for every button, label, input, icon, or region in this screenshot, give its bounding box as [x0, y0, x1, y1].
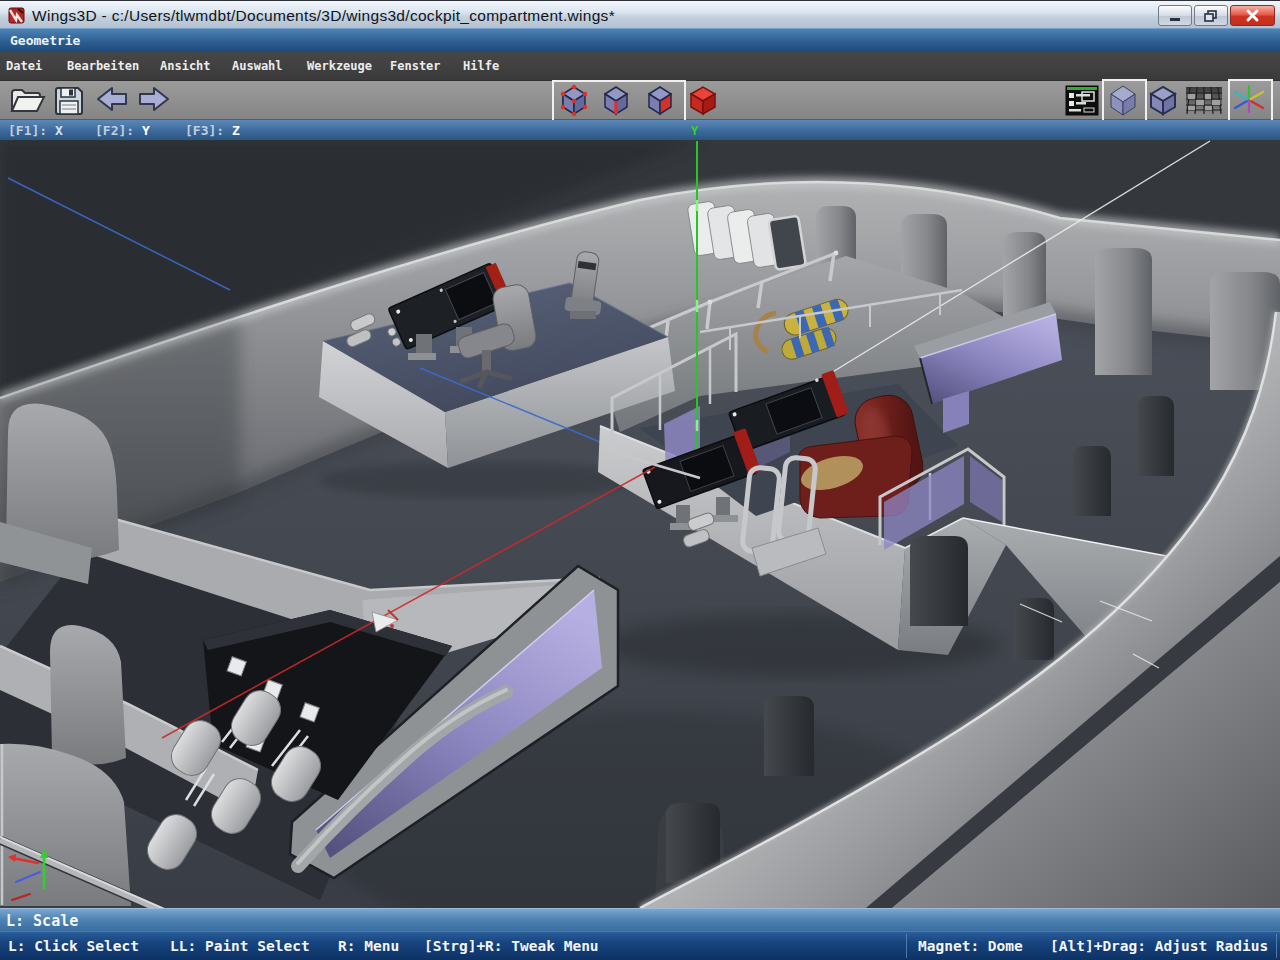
mouse-hint-bar: L: Click Select LL: Paint Select R: Menu… [0, 931, 1280, 960]
back-arrow-icon[interactable] [94, 85, 130, 115]
forward-arrow-icon[interactable] [136, 85, 172, 115]
geometry-graph-icon[interactable] [1064, 84, 1100, 117]
y-axis-top-label: Y [691, 124, 698, 138]
body-select-mode-icon[interactable] [686, 83, 720, 117]
viewport-3d[interactable] [0, 140, 1280, 908]
hint-menu: R: Menu [338, 938, 399, 954]
status-text: L: Scale [6, 912, 78, 930]
wireframe-view-icon[interactable] [1146, 83, 1180, 117]
hint-click-select: L: Click Select [8, 938, 139, 954]
f3-axis-info: [F3]: Z [185, 123, 240, 138]
close-button[interactable] [1230, 5, 1275, 26]
menu-werkzeuge[interactable]: Werkzeuge [307, 59, 372, 73]
f1-axis-info: [F1]: X [8, 123, 63, 138]
geometry-window-header[interactable]: Geometrie [0, 28, 1280, 52]
window-title: Wings3D - c:/Users/tlwmdbt/Documents/3D/… [32, 7, 615, 25]
bottombar-divider-left [906, 934, 907, 958]
f2-axis-info: [F2]: Y [95, 123, 150, 138]
restore-button[interactable] [1194, 5, 1228, 26]
toolbar [0, 80, 1280, 120]
geometry-window-label: Geometrie [10, 33, 80, 48]
menu-auswahl[interactable]: Auswahl [232, 59, 283, 73]
status-bar: L: Scale [0, 908, 1280, 931]
menu-datei[interactable]: Datei [6, 59, 42, 73]
axes-toggle-icon[interactable] [1231, 82, 1267, 118]
hint-magnet: Magnet: Dome [918, 938, 1023, 954]
save-file-icon[interactable] [52, 84, 86, 118]
hint-paint-select: LL: Paint Select [170, 938, 310, 954]
title-bar[interactable]: Wings3D - c:/Users/tlwmdbt/Documents/3D/… [0, 0, 1280, 28]
face-select-mode-icon[interactable] [642, 82, 678, 118]
menu-hilfe[interactable]: Hilfe [463, 59, 499, 73]
minimize-button[interactable] [1158, 5, 1192, 26]
bottombar-divider-right [1276, 934, 1277, 958]
shaded-view-icon[interactable] [1105, 82, 1141, 118]
open-file-icon[interactable] [8, 83, 48, 119]
menu-ansicht[interactable]: Ansicht [160, 59, 211, 73]
axis-info-bar: [F1]: X [F2]: Y [F3]: Z [0, 120, 1280, 140]
menu-bar: Datei Bearbeiten Ansicht Auswahl Werkzeu… [0, 52, 1280, 80]
hint-tweak-menu: [Strg]+R: Tweak Menu [424, 938, 599, 954]
edge-select-mode-icon[interactable] [598, 82, 634, 118]
grid-toggle-icon[interactable] [1185, 86, 1223, 116]
app-icon [8, 6, 26, 24]
hint-adjust-radius: [Alt]+Drag: Adjust Radius [1050, 938, 1268, 954]
vertex-select-mode-icon[interactable] [556, 82, 592, 118]
menu-fenster[interactable]: Fenster [390, 59, 441, 73]
menu-bearbeiten[interactable]: Bearbeiten [67, 59, 139, 73]
